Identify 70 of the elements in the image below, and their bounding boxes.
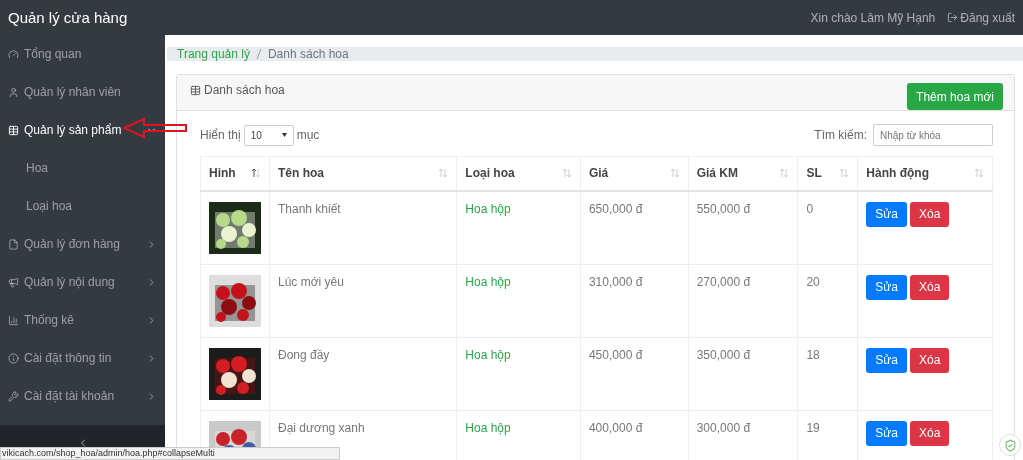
- category-text: Hoa hộp: [465, 420, 511, 435]
- table-cell: 20: [797, 264, 858, 337]
- sort-icon[interactable]: [251, 168, 261, 179]
- menu-icon: [8, 390, 19, 402]
- status-url: vikicach.com/shop_hoa/admin/hoa.php#collapseMulti: [0, 447, 340, 460]
- search-label: Tìm kiếm:: [814, 128, 867, 142]
- table-cell: Lúc mới yêu: [269, 264, 457, 337]
- delete-button[interactable]: Xóa: [910, 201, 950, 227]
- sidebar-item[interactable]: Thống kê: [0, 301, 165, 339]
- logout-icon: [947, 12, 959, 23]
- delete-button[interactable]: Xóa: [910, 420, 950, 446]
- delete-button[interactable]: Xóa: [910, 347, 950, 373]
- sidebar-item[interactable]: Quản lý đơn hàng: [0, 225, 165, 263]
- menu-icon: [8, 314, 19, 326]
- column-header[interactable]: Loại hoa: [456, 156, 581, 191]
- caret-icon: [281, 133, 287, 137]
- sidebar-item[interactable]: Quản lý sản phẩm: [0, 111, 165, 149]
- table-cell: 650,000 đ: [580, 190, 689, 264]
- table-cell: 18: [797, 337, 858, 410]
- column-header[interactable]: Giá: [580, 156, 689, 191]
- table-cell: 0: [797, 190, 858, 264]
- menu-icon: [8, 86, 19, 98]
- page-size-select[interactable]: 10: [243, 124, 294, 146]
- sidebar-item[interactable]: Quản lý nhân viên: [0, 73, 165, 111]
- column-header[interactable]: Hinh: [200, 156, 270, 191]
- add-button[interactable]: Thêm hoa mới: [907, 83, 1003, 110]
- category-text: Hoa hộp: [465, 201, 511, 216]
- app-title: Quản lý cửa hàng: [8, 9, 128, 26]
- column-header[interactable]: Hành động: [857, 156, 993, 191]
- arrow-drawing: [122, 117, 188, 139]
- table-cell: 550,000 đ: [688, 190, 798, 264]
- menu-icon: [8, 352, 19, 364]
- category-text: Hoa hộp: [465, 347, 511, 362]
- menu-icon: [8, 48, 19, 60]
- card-title: Danh sách hoa: [190, 83, 285, 97]
- greeting-text: Xin chào Lâm Mỹ Hạnh: [810, 10, 936, 25]
- search-field[interactable]: Nhập từ khóa: [873, 124, 993, 146]
- sidebar-item[interactable]: Cài đặt tài khoản: [0, 377, 165, 415]
- sidebar-subitem[interactable]: Loại hoa: [0, 187, 165, 225]
- menu-icon: [8, 124, 19, 136]
- table-icon: [190, 84, 201, 96]
- table-cell: 350,000 đ: [688, 337, 798, 410]
- shield-button[interactable]: [999, 434, 1021, 456]
- menu-icon: [8, 238, 19, 250]
- sidebar-item[interactable]: Quản lý nội dung: [0, 263, 165, 301]
- separator-icon: [255, 49, 262, 59]
- show-label: Hiển thị: [200, 128, 241, 142]
- shield-icon: [1003, 438, 1017, 452]
- edit-button[interactable]: Sửa: [866, 274, 908, 300]
- sidebar-item[interactable]: Cài đặt thông tin: [0, 339, 165, 377]
- table-cell: Thanh khiết: [269, 190, 457, 264]
- column-header[interactable]: SL: [797, 156, 858, 191]
- sidebar-item[interactable]: Tổng quan: [0, 35, 165, 73]
- edit-button[interactable]: Sửa: [866, 347, 908, 373]
- entries-label: mục: [296, 128, 320, 142]
- delete-button[interactable]: Xóa: [910, 274, 950, 300]
- logout-link[interactable]: Đăng xuất: [947, 10, 1015, 25]
- table-cell: 270,000 đ: [688, 264, 798, 337]
- edit-button[interactable]: Sửa: [866, 201, 908, 227]
- table-cell: 310,000 đ: [580, 264, 689, 337]
- column-header[interactable]: Tên hoa: [269, 156, 457, 191]
- breadcrumb-current: Danh sách hoa: [267, 47, 349, 61]
- table-cell: 450,000 đ: [580, 337, 689, 410]
- edit-button[interactable]: Sửa: [866, 420, 908, 446]
- menu-icon: [8, 276, 19, 288]
- category-text: Hoa hộp: [465, 274, 511, 289]
- table-cell: Đong đầy: [269, 337, 457, 410]
- sidebar-subitem[interactable]: Hoa: [0, 149, 165, 187]
- column-header[interactable]: Giá KM: [688, 156, 798, 191]
- breadcrumb-link[interactable]: Trang quản lý: [177, 47, 250, 61]
